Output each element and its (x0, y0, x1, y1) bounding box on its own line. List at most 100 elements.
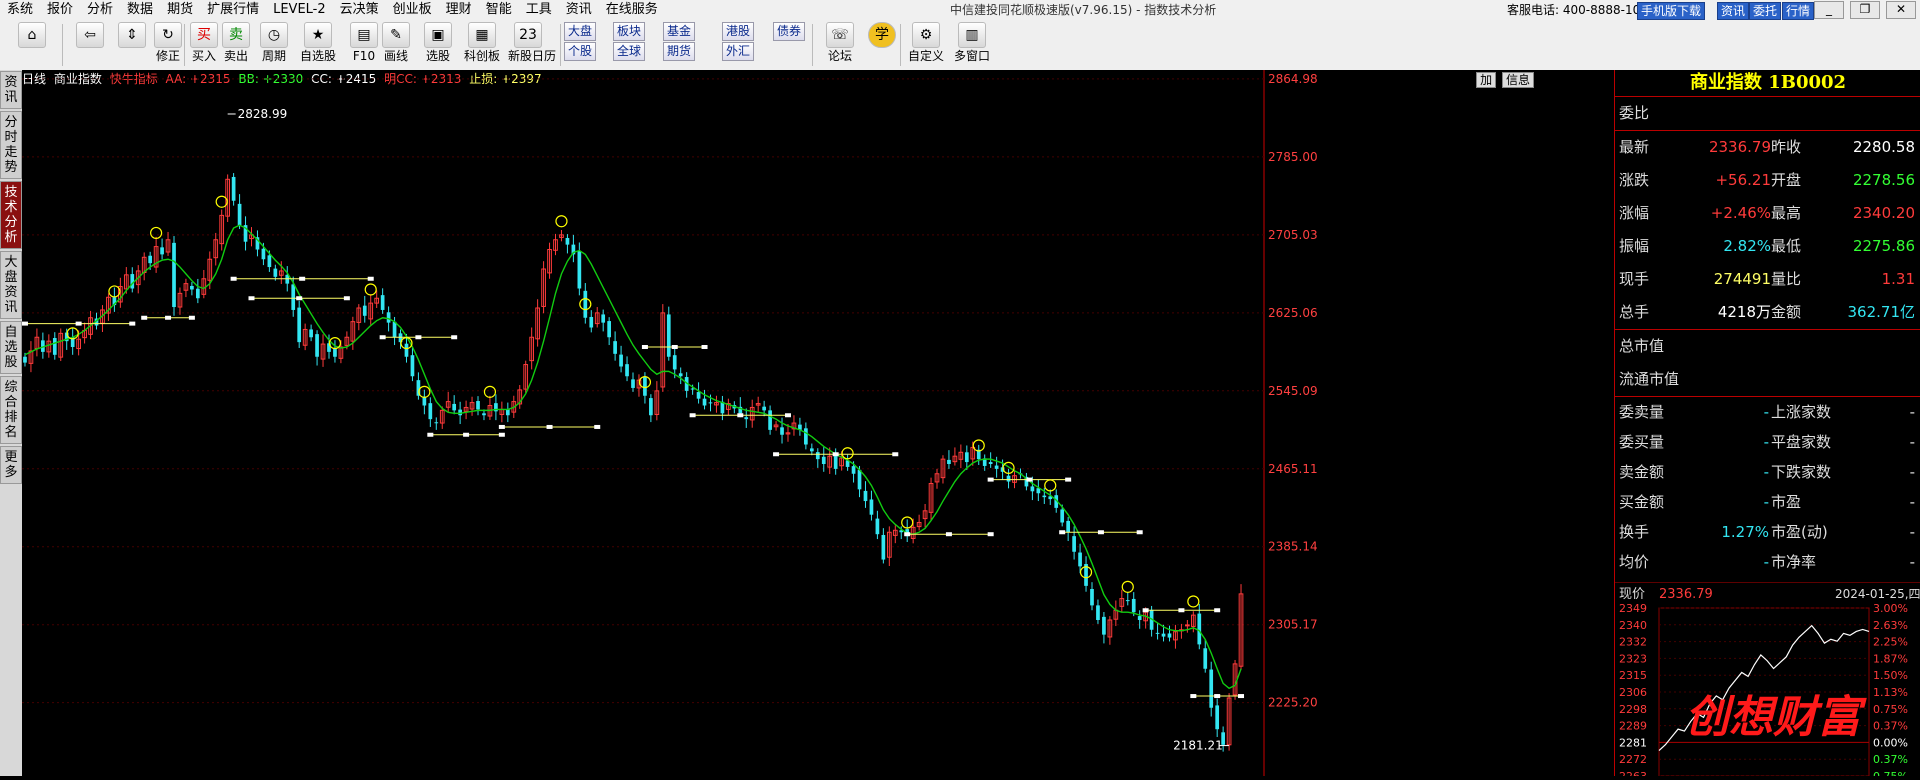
candle (499, 401, 505, 423)
mini-left-tick: 2289 (1619, 720, 1647, 733)
toolbar-button-16[interactable]: ▥ 多窗口 (952, 22, 992, 64)
menu-0[interactable]: 系统 (0, 0, 40, 20)
mini-right-tick: 0.37% (1873, 753, 1908, 766)
window-control-2[interactable]: ✕ (1886, 1, 1916, 19)
extreme-annotation: 2181.21 (1173, 739, 1230, 753)
toolbar-button-10[interactable]: ▣ 选股 (418, 22, 458, 64)
candle (100, 305, 105, 332)
toolbar-label-6: 周期 (261, 49, 286, 63)
window-control-1[interactable]: ❐ (1850, 1, 1880, 19)
left-tab-6[interactable]: 更多 (0, 446, 22, 484)
menu-10[interactable]: 智能 (479, 0, 519, 20)
menu-12[interactable]: 资讯 (559, 0, 599, 20)
quick-button-5[interactable]: 个股 (564, 42, 597, 61)
candle (804, 422, 808, 450)
toolbar-button-0[interactable]: ⌂ (12, 22, 52, 48)
candle (350, 316, 356, 350)
candle (749, 399, 755, 428)
top-button-3[interactable]: 行情 (1782, 2, 1815, 20)
candle (1102, 612, 1106, 644)
top-button-1[interactable]: 资讯 (1717, 2, 1750, 20)
menu-11[interactable]: 工具 (519, 0, 559, 20)
left-tab-4[interactable]: 自选股 (0, 321, 22, 374)
left-tab-0[interactable]: 资讯 (0, 71, 22, 109)
menu-6[interactable]: LEVEL-2 (266, 0, 333, 20)
quick-button-2[interactable]: 基金 (663, 22, 696, 41)
left-tab-1[interactable]: 分时走势 (0, 111, 22, 179)
candle (934, 468, 940, 489)
lower-value: 1.27% (1721, 523, 1769, 541)
candle (1084, 556, 1088, 592)
menu-2[interactable]: 分析 (80, 0, 120, 20)
quick-button-0[interactable]: 大盘 (564, 22, 597, 41)
menu-5[interactable]: 扩展行情 (200, 0, 266, 20)
toolbar-button-9[interactable]: ✎ 画线 (376, 22, 416, 64)
mid-label: 总市值 (1619, 337, 1665, 355)
toolbar-button-2[interactable]: ⇕ (112, 22, 152, 48)
quick-button-1[interactable]: 板块 (613, 22, 646, 41)
kline-chart[interactable]: 日线 商业指数 快牛指标 AA: +2315 BB: +2330 CC: +24… (22, 70, 1614, 776)
candle (237, 194, 242, 230)
toolbar-label-5: 卖出 (223, 49, 248, 63)
lower-value: - (1763, 433, 1769, 451)
mini-right-tick: 3.00% (1873, 602, 1908, 615)
menu-4[interactable]: 期货 (160, 0, 200, 20)
quick-button-6[interactable]: 全球 (613, 42, 646, 61)
menu-8[interactable]: 创业板 (386, 0, 439, 20)
toolbar-button-14[interactable]: 学 (862, 22, 902, 48)
quick-button-7[interactable]: 期货 (663, 42, 696, 61)
menu-7[interactable]: 云决策 (333, 0, 386, 20)
candle (892, 525, 898, 544)
quick-button-4[interactable]: 债券 (773, 22, 806, 41)
panel-lower-3: 买金额 - 市盈 - (1615, 487, 1920, 517)
toolbar-button-12[interactable]: 23 新股日历 (508, 22, 556, 64)
mini-intraday-chart[interactable]: 现价 2336.79 2024-01-25,四 2349 3.00% 2340 2.63% 2… (1615, 581, 1920, 780)
top-button-0[interactable]: 手机版下载 (1637, 2, 1706, 20)
quick-button-8[interactable]: 外汇 (722, 42, 755, 61)
candle (791, 415, 797, 436)
toolbar-button-1[interactable]: ⇦ (70, 22, 110, 48)
candle (70, 327, 75, 355)
lower-label: 换手 (1619, 523, 1650, 541)
left-tab-2[interactable]: 技术分析 (0, 181, 22, 249)
lower-label: 均价 (1619, 553, 1650, 571)
menu-13[interactable]: 在线服务 (599, 0, 665, 20)
candle (333, 340, 337, 363)
toolbar-button-11[interactable]: ▦ 科创板 (462, 22, 502, 64)
left-tab-3[interactable]: 大盘资讯 (0, 251, 22, 319)
window-control-0[interactable]: _ (1814, 1, 1844, 19)
signal-marker (483, 385, 497, 398)
candle (720, 395, 725, 421)
candle (594, 307, 600, 328)
y-tick-label: 2225.20 (1268, 696, 1318, 710)
menu-9[interactable]: 理财 (439, 0, 479, 20)
toolbar-button-3[interactable]: ↻ 修正 (148, 22, 188, 64)
candle (1155, 623, 1160, 640)
mini-right-tick: 2.63% (1873, 619, 1908, 632)
lower-value2: - (1909, 403, 1915, 421)
menu-3[interactable]: 数据 (120, 0, 160, 20)
candle (255, 230, 260, 257)
toolbar-button-15[interactable]: ⚙ 自定义 (906, 22, 946, 64)
pencil-icon: ✎ (382, 22, 410, 48)
toolbar-button-7[interactable]: ★ 自选股 (298, 22, 338, 64)
top-button-2[interactable]: 委托 (1749, 2, 1782, 20)
lower-label2: 上涨家数 (1771, 403, 1832, 421)
mini-right-tick: 0.37% (1873, 720, 1908, 733)
candle (649, 394, 653, 423)
candle (583, 283, 588, 324)
candle (428, 397, 433, 427)
quick-button-3[interactable]: 港股 (722, 22, 755, 41)
candle (553, 233, 558, 256)
menu-1[interactable]: 报价 (40, 0, 80, 20)
toolbar-button-6[interactable]: ◷ 周期 (254, 22, 294, 64)
mini-price: 2336.79 (1659, 587, 1713, 602)
toolbar-button-13[interactable]: ☏ 论坛 (820, 22, 860, 64)
left-tab-5[interactable]: 综合排名 (0, 376, 22, 444)
candle (452, 395, 457, 415)
toolbar-button-5[interactable]: 卖卖出 (216, 22, 256, 64)
candle (1113, 600, 1119, 627)
row-value: +56.21 (1715, 171, 1771, 189)
mini-right-tick: 0.75% (1873, 703, 1908, 716)
candle (1090, 582, 1094, 611)
